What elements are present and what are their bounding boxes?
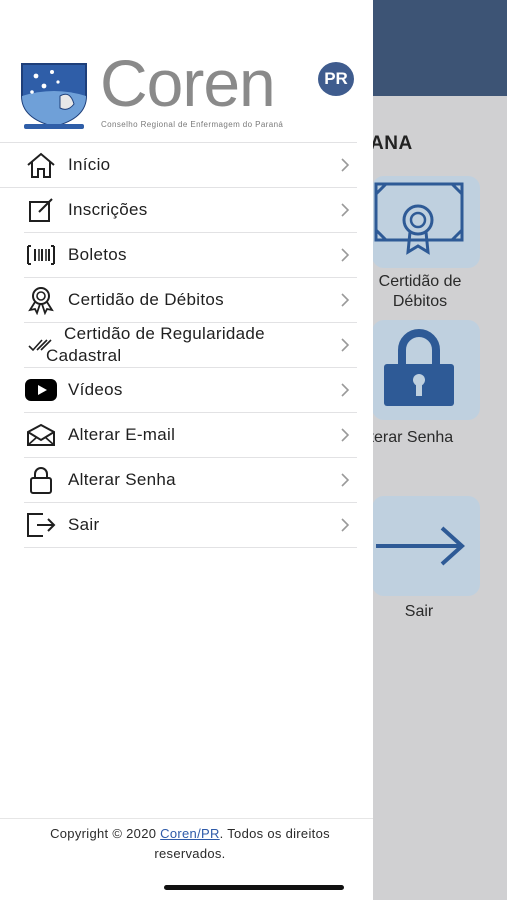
mail-icon xyxy=(24,418,58,452)
home-icon xyxy=(24,148,58,182)
menu-label: Início xyxy=(68,155,111,174)
menu-label: Vídeos xyxy=(68,380,123,399)
menu-item-inscricoes[interactable]: Inscrições xyxy=(24,188,357,233)
menu-label: Certidão de Regularidade Cadastral xyxy=(46,324,265,365)
certificate-icon xyxy=(374,182,464,255)
brand-name: Coren xyxy=(100,46,276,120)
award-icon xyxy=(24,283,58,317)
coren-link[interactable]: Coren/PR xyxy=(160,826,219,841)
logout-icon xyxy=(24,508,58,542)
youtube-icon xyxy=(24,373,58,407)
brand-subtitle: Conselho Regional de Enfermagem do Paran… xyxy=(101,120,284,129)
footer-divider xyxy=(0,818,373,819)
arrow-right-icon xyxy=(376,526,465,566)
tile-label-sair: Sair xyxy=(404,603,434,620)
tile-label-senha: lterar Senha xyxy=(366,429,454,446)
chevron-right-icon xyxy=(341,428,350,442)
menu-label: Boletos xyxy=(68,245,127,264)
copyright-footer: Copyright © 2020 Coren/PR. Todos os dire… xyxy=(50,826,330,861)
menu-item-alterar-email[interactable]: Alterar E-mail xyxy=(24,413,357,458)
lock-icon xyxy=(24,463,58,497)
menu-label: Alterar E-mail xyxy=(68,425,176,444)
menu-label: Sair xyxy=(68,515,100,534)
menu-item-inicio[interactable]: Início xyxy=(0,142,357,188)
lock-icon xyxy=(384,329,454,406)
chevron-right-icon xyxy=(341,473,350,487)
tile-alterar-senha[interactable] xyxy=(372,320,480,420)
home-indicator[interactable] xyxy=(164,885,344,890)
drawer-menu: Início Inscrições Boletos Certidão de Dé… xyxy=(0,142,373,548)
barcode-icon xyxy=(24,238,58,272)
menu-item-alterar-senha[interactable]: Alterar Senha xyxy=(24,458,357,503)
menu-label: Inscrições xyxy=(68,200,148,219)
tile-sair[interactable] xyxy=(372,496,480,596)
brand-badge: PR xyxy=(318,62,354,96)
chevron-right-icon xyxy=(341,203,350,217)
chevron-right-icon xyxy=(341,338,350,352)
page-title: ANA xyxy=(370,133,413,154)
chevron-right-icon xyxy=(341,248,350,262)
menu-label: Certidão de Débitos xyxy=(68,290,224,309)
tile-certidao-debitos[interactable] xyxy=(372,176,480,268)
chevron-right-icon xyxy=(341,158,350,172)
menu-label: Alterar Senha xyxy=(68,470,176,489)
chevron-right-icon xyxy=(341,383,350,397)
menu-item-boletos[interactable]: Boletos xyxy=(24,233,357,278)
menu-item-videos[interactable]: Vídeos xyxy=(24,368,357,413)
tile-label-certidao: Certidão de Débitos xyxy=(378,273,462,310)
navigation-drawer: Coren PR Conselho Regional de Enfermagem… xyxy=(0,0,373,900)
chevron-right-icon xyxy=(341,518,350,532)
chevron-right-icon xyxy=(341,293,350,307)
menu-item-certidao-debitos[interactable]: Certidão de Débitos xyxy=(24,278,357,323)
menu-item-certidao-regularidade[interactable]: Certidão de Regularidade Cadastral xyxy=(24,323,357,368)
edit-icon xyxy=(24,193,58,227)
coren-shield-logo xyxy=(21,63,87,129)
menu-item-sair[interactable]: Sair xyxy=(24,503,357,548)
